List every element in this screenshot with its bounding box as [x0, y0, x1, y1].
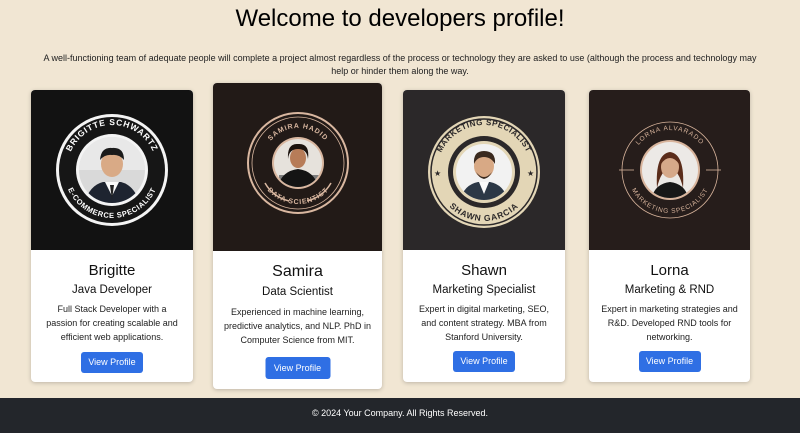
card-description: Full Stack Developer with a passion for …: [46, 304, 178, 342]
card-role: Marketing & RND: [624, 284, 715, 296]
view-profile-button[interactable]: View Profile: [81, 352, 143, 373]
page-title: Welcome to developers profile!: [235, 5, 565, 32]
card-name: Lorna: [650, 262, 689, 279]
profile-card-samira: SAMIRA HADID DATA SCIENTIST Samira Data …: [213, 83, 382, 389]
card-role: Java Developer: [72, 284, 152, 296]
card-role: Marketing Specialist: [432, 284, 536, 296]
intro-text: A well-functioning team of adequate peop…: [43, 53, 757, 76]
view-profile-button[interactable]: View Profile: [453, 351, 515, 372]
page-footer: © 2024 Your Company. All Rights Reserved…: [0, 398, 800, 433]
footer-copyright: © 2024 Your Company. All Rights Reserved…: [311, 408, 489, 418]
card-role: Data Scientist: [262, 286, 333, 298]
svg-text:★: ★: [527, 169, 534, 178]
profile-card-lorna: LORNA ALVARADO MARKETING SPECIALIST Lorn…: [589, 90, 750, 382]
profile-card-shawn: ★ ★ MARKETING SPECIALIST SHAWN GARCIA Sh…: [403, 90, 565, 382]
card-name: Samira: [272, 263, 323, 280]
profile-badge-image: ★ ★ MARKETING SPECIALIST SHAWN GARCIA: [403, 90, 565, 250]
profile-badge-image: BRIGITTE SCHWARTZ E-COMMERCE SPECIALIST: [31, 90, 193, 250]
card-description: Expert in marketing strategies and R&D. …: [601, 304, 738, 342]
card-name: Shawn: [461, 262, 507, 279]
profile-badge-image: LORNA ALVARADO MARKETING SPECIALIST: [589, 90, 750, 250]
profile-badge-image: SAMIRA HADID DATA SCIENTIST: [213, 83, 382, 251]
svg-text:★: ★: [434, 169, 441, 178]
view-profile-button[interactable]: View Profile: [265, 357, 330, 379]
card-name: Brigitte: [88, 262, 136, 279]
profile-card-brigitte: BRIGITTE SCHWARTZ E-COMMERCE SPECIALIST …: [31, 90, 193, 382]
card-description: Expert in digital marketing, SEO, and co…: [418, 304, 550, 342]
card-description: Experienced in machine learning, predict…: [224, 307, 371, 345]
view-profile-button[interactable]: View Profile: [638, 351, 701, 372]
